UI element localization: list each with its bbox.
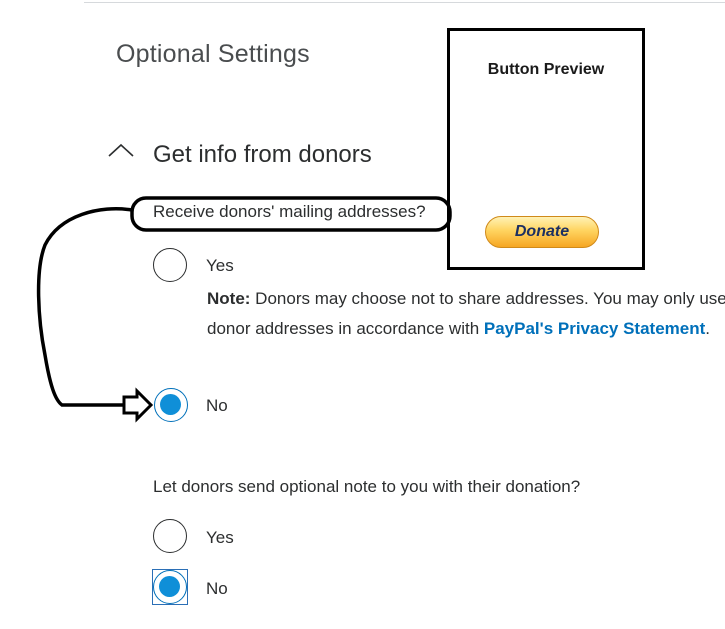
arrow-icon <box>122 387 154 423</box>
highlight-ellipse <box>130 196 452 232</box>
annotation-overlay <box>36 196 452 423</box>
annotation-curve <box>36 207 133 407</box>
